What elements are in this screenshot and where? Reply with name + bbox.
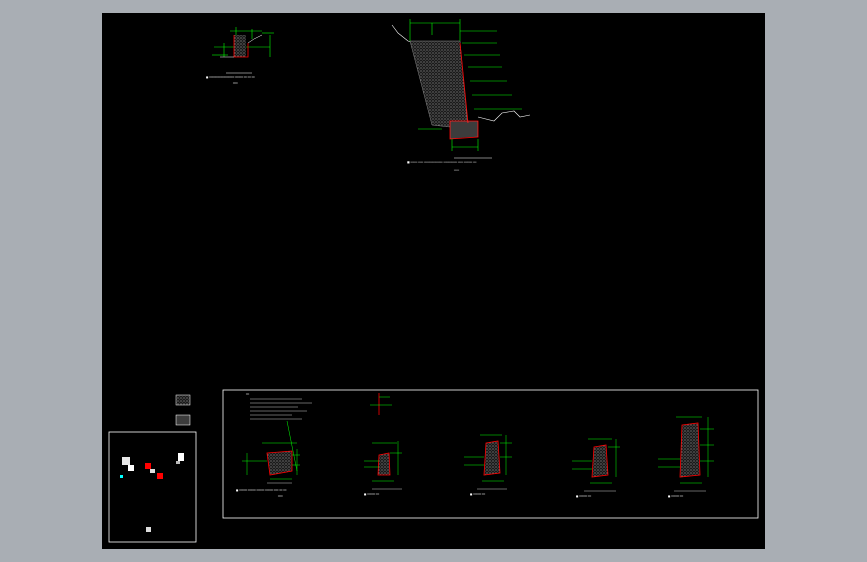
svg-text:═══: ═══ bbox=[453, 168, 459, 172]
svg-text:═══: ═══ bbox=[277, 495, 283, 498]
detail-marker bbox=[370, 393, 392, 415]
svg-text:══: ══ bbox=[245, 393, 250, 396]
svg-text:■ ═════ ══: ■ ═════ ══ bbox=[470, 493, 485, 496]
section-4[interactable]: ■ ═════ ══ bbox=[572, 438, 620, 498]
sections-frame[interactable]: ══ ■ ═════ ═════ ═════ ═════ ═══ ══ ══ ═… bbox=[222, 389, 759, 519]
section-1[interactable]: ■ ═════ ═════ ═════ ═════ ═══ ══ ══ ═══ bbox=[236, 420, 300, 498]
svg-text:■ ════════════════ ═════ ══ ══: ■ ════════════════ ═════ ══ ══ ══ bbox=[206, 76, 255, 79]
svg-text:■ ════ ═══ ═══════════ ═══════: ■ ════ ═══ ═══════════ ════════ ═══ ════… bbox=[407, 160, 477, 164]
overview-box[interactable] bbox=[108, 431, 197, 543]
section-5[interactable]: ■ ═════ ══ bbox=[658, 416, 714, 498]
svg-text:■ ═════ ══: ■ ═════ ══ bbox=[364, 493, 379, 496]
svg-text:■ ═════ ═════ ═════ ═════ ═══: ■ ═════ ═════ ═════ ═════ ═══ ══ ══ bbox=[236, 489, 287, 492]
svg-text:═══: ═══ bbox=[232, 82, 238, 85]
legend-swatch-2 bbox=[175, 414, 191, 426]
detail-top-left[interactable]: ■ ════════════════ ═════ ══ ══ ══ ═══ bbox=[206, 27, 274, 85]
section-3[interactable]: ■ ═════ ══ bbox=[464, 434, 512, 496]
legend-swatch-1 bbox=[175, 394, 191, 406]
svg-text:■ ═════ ══: ■ ═════ ══ bbox=[668, 495, 683, 498]
section-2[interactable]: ■ ═════ ══ bbox=[364, 441, 402, 496]
detail-top-center[interactable]: ■ ════ ═══ ═══════════ ════════ ═══ ════… bbox=[391, 19, 531, 172]
svg-text:■ ═════ ══: ■ ═════ ══ bbox=[576, 495, 591, 498]
drawing-canvas[interactable]: ■ ════════════════ ═════ ══ ══ ══ ═══ ■ … bbox=[102, 13, 765, 549]
notes-block: ══ bbox=[245, 393, 312, 420]
